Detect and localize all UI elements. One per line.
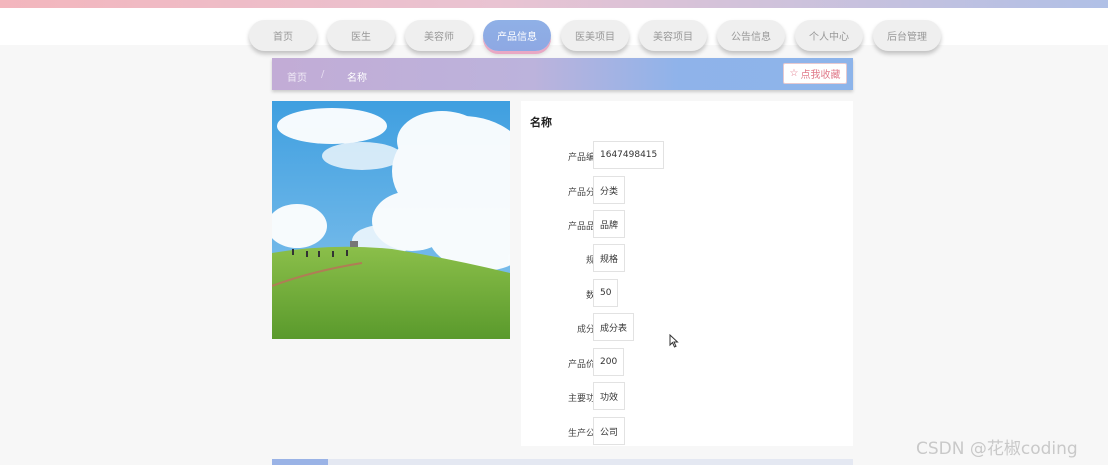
nav-beautician[interactable]: 美容师 bbox=[405, 20, 473, 51]
nav-medical-beauty[interactable]: 医美项目 bbox=[561, 20, 629, 51]
top-navbar: 首页 医生 美容师 产品信息 医美项目 美容项目 公告信息 个人中心 后台管理 bbox=[0, 8, 1108, 51]
breadcrumb-current: 名称 bbox=[347, 73, 367, 84]
field-value: 1647498415 bbox=[593, 141, 665, 169]
field-value: 公司 bbox=[593, 417, 626, 445]
breadcrumb-separator: / bbox=[321, 69, 325, 80]
field-value: 分类 bbox=[593, 176, 626, 204]
nav-doctor[interactable]: 医生 bbox=[327, 20, 395, 51]
bottom-tab-bar bbox=[272, 459, 853, 465]
nav-products[interactable]: 产品信息 bbox=[483, 20, 551, 51]
mouse-pointer-icon bbox=[669, 333, 679, 351]
breadcrumb-home-link[interactable]: 首页 bbox=[287, 69, 307, 84]
bottom-tab-active[interactable] bbox=[272, 459, 328, 465]
star-outline-icon: ☆ bbox=[789, 68, 799, 79]
top-gradient-strip bbox=[0, 0, 1108, 8]
field-value: 规格 bbox=[593, 244, 626, 272]
watermark: CSDN @花椒coding bbox=[916, 439, 1078, 459]
breadcrumb: 首页 / 名称 ☆ 点我收藏 bbox=[272, 58, 853, 90]
field-value: 50 bbox=[593, 279, 619, 307]
favorite-button[interactable]: ☆ 点我收藏 bbox=[783, 63, 847, 84]
product-details-panel: 名称 产品编号： 1647498415 产品分类： 分类 产品品牌： 品牌 规格… bbox=[521, 101, 853, 446]
field-value: 200 bbox=[593, 348, 625, 376]
field-value: 功效 bbox=[593, 382, 626, 410]
nav-personal-center[interactable]: 个人中心 bbox=[795, 20, 863, 51]
favorite-button-label: 点我收藏 bbox=[800, 70, 841, 81]
product-image bbox=[272, 101, 510, 339]
field-value: 品牌 bbox=[593, 210, 626, 238]
main-nav: 首页 医生 美容师 产品信息 医美项目 美容项目 公告信息 个人中心 后台管理 bbox=[249, 20, 941, 51]
nav-announcements[interactable]: 公告信息 bbox=[717, 20, 785, 51]
product-title: 名称 bbox=[530, 116, 552, 129]
nav-admin[interactable]: 后台管理 bbox=[873, 20, 941, 51]
nav-beauty-projects[interactable]: 美容项目 bbox=[639, 20, 707, 51]
field-value: 成分表 bbox=[593, 313, 635, 341]
nav-home[interactable]: 首页 bbox=[249, 20, 317, 51]
